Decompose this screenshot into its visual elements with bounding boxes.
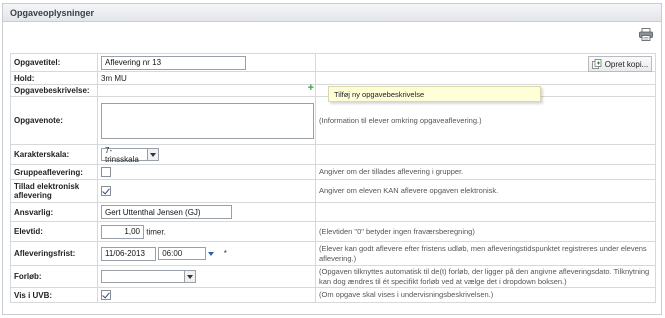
chevron-down-icon <box>184 271 195 282</box>
deadline-date-input[interactable] <box>101 246 156 261</box>
course-label: Forløb: <box>10 265 98 288</box>
deadline-time-select[interactable]: 06:00 <box>158 247 207 261</box>
create-copy-label: Opret kopi... <box>604 59 649 69</box>
row-note: Opgavenote: (Information til elever omkr… <box>10 96 656 145</box>
note-help: (Information til elever omkring opgaveaf… <box>315 96 656 145</box>
responsible-input[interactable] <box>101 205 232 219</box>
show-uvb-checkbox[interactable] <box>101 290 111 300</box>
required-marker: * <box>223 249 227 258</box>
printer-icon[interactable] <box>639 28 653 41</box>
row-electronic: Tillad elektronisk aflevering Angiver om… <box>10 179 656 203</box>
show-uvb-label: Vis i UVB: <box>10 287 98 303</box>
add-description-icon[interactable]: + <box>308 82 314 94</box>
electronic-checkbox[interactable] <box>101 186 111 196</box>
deadline-help: (Elever kan godt aflevere efter fristens… <box>315 241 656 266</box>
title-input[interactable] <box>101 55 246 70</box>
grade-scale-value: 7-trinsskala <box>105 145 139 164</box>
row-responsible: Ansvarlig: <box>10 202 656 222</box>
course-help: (Opgaven tilknyttes automatisk til de(t)… <box>315 265 656 288</box>
student-time-input[interactable] <box>101 224 144 239</box>
grade-scale-label: Karakterskala: <box>10 144 98 165</box>
grade-scale-select[interactable]: 7-trinsskala <box>101 145 159 164</box>
row-group: Gruppeaflevering: Angiver om der tillade… <box>10 164 656 180</box>
student-time-label: Elevtid: <box>10 221 98 242</box>
electronic-help: Angiver om eleven KAN aflevere opgaven e… <box>315 179 656 203</box>
deadline-label: Afleveringsfrist: <box>10 241 98 266</box>
panel-title: Opgaveoplysninger <box>3 4 661 22</box>
time-dropdown-icon[interactable] <box>208 247 219 261</box>
student-time-unit: timer. <box>146 227 166 236</box>
title-label: Opgavetitel: <box>10 53 98 72</box>
deadline-time-value: 06:00 <box>162 249 183 259</box>
note-label: Opgavenote: <box>10 96 98 145</box>
row-grade-scale: Karakterskala: 7-trinsskala <box>10 144 656 165</box>
row-team: Hold: 3m MU <box>10 71 656 85</box>
create-copy-button[interactable]: Opret kopi... <box>588 56 652 72</box>
team-label: Hold: <box>10 71 98 85</box>
description-tooltip: Tilføj ny opgavebeskrivelse <box>328 86 541 102</box>
course-select[interactable] <box>101 270 196 283</box>
team-value: 3m MU <box>97 71 316 85</box>
row-deadline: Afleveringsfrist: 06:00 * (Elever kan go… <box>10 241 656 266</box>
copy-icon <box>591 59 602 69</box>
row-title: Opgavetitel: Opret kopi... <box>10 53 656 72</box>
responsible-label: Ansvarlig: <box>10 202 98 222</box>
electronic-label: Tillad elektronisk aflevering <box>10 179 98 203</box>
chevron-down-icon <box>147 149 158 160</box>
show-uvb-help: (Om opgave skal vises i undervisningsbes… <box>315 287 656 303</box>
student-time-help: (Elevtiden "0" betyder ingen fraværsbere… <box>315 221 656 242</box>
task-info-panel: Opgaveoplysninger Opgavetitel: Opret kop… <box>2 3 662 315</box>
group-label: Gruppeaflevering: <box>10 164 98 180</box>
row-student-time: Elevtid: timer. (Elevtiden "0" betyder i… <box>10 221 656 242</box>
row-show-uvb: Vis i UVB: (Om opgave skal vises i under… <box>10 287 656 303</box>
group-help: Angiver om der tillades aflevering i gru… <box>315 164 656 180</box>
description-label: Opgavebeskrivelse: <box>10 84 98 97</box>
group-checkbox[interactable] <box>101 167 111 177</box>
row-course: Forløb: (Opgaven tilknyttes automatisk t… <box>10 265 656 288</box>
note-textarea[interactable] <box>101 102 314 139</box>
